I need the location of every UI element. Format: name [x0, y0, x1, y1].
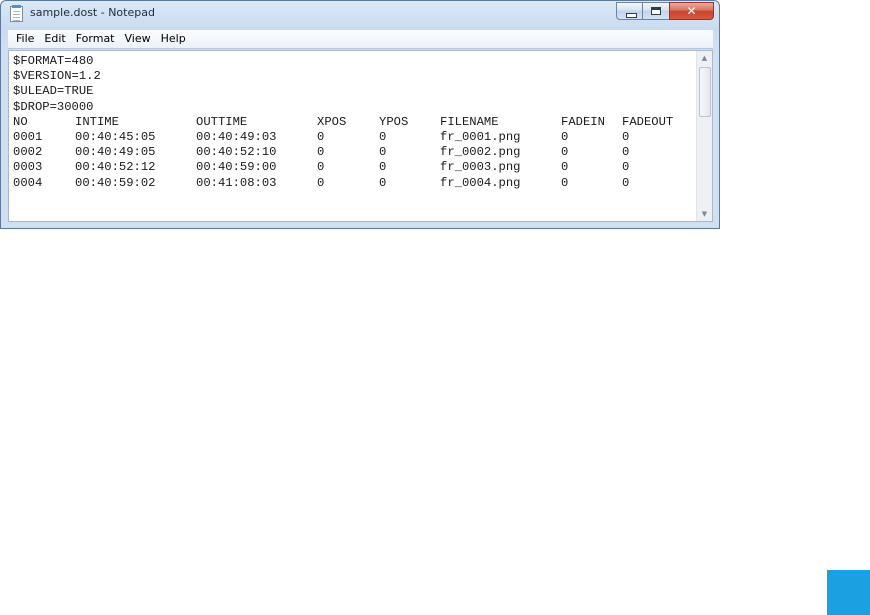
cell-fadeout: 0 — [622, 175, 630, 190]
column-header: INTIME — [75, 114, 119, 129]
cell-xpos: 0 — [317, 160, 325, 175]
column-header: OUTTIME — [196, 114, 248, 129]
cell-xpos: 0 — [317, 175, 325, 190]
text-editor[interactable]: $FORMAT=480 $VERSION=1.2 $ULEAD=TRUE $DR… — [8, 50, 713, 222]
menu-format[interactable]: Format — [71, 30, 120, 48]
cell-ypos: 0 — [379, 160, 387, 175]
cell-no: 0004 — [13, 175, 43, 190]
cell-intime: 00:40:45:05 — [75, 129, 156, 144]
menu-file[interactable]: File — [8, 30, 39, 48]
header-line-ulead: $ULEAD=TRUE — [13, 84, 94, 99]
menu-help[interactable]: Help — [156, 30, 191, 48]
document-text[interactable]: $FORMAT=480 $VERSION=1.2 $ULEAD=TRUE $DR… — [13, 54, 693, 220]
cell-intime: 00:40:59:02 — [75, 175, 156, 190]
title-bar[interactable]: sample.dost - Notepad ✕ — [1, 1, 719, 29]
data-row: 0001 00:40:45:05 00:40:49:03 0 0 fr_0001… — [13, 130, 693, 145]
menu-edit[interactable]: Edit — [39, 30, 70, 48]
cell-fadein: 0 — [561, 160, 569, 175]
menu-view[interactable]: View — [120, 30, 156, 48]
column-header: XPOS — [317, 114, 347, 129]
scroll-thumb[interactable] — [699, 67, 711, 117]
minimize-icon — [626, 13, 637, 18]
cell-fadeout: 0 — [622, 129, 630, 144]
cell-outtime: 00:40:59:00 — [196, 160, 277, 175]
close-icon: ✕ — [686, 4, 697, 18]
notepad-icon[interactable] — [10, 5, 23, 22]
header-line-format: $FORMAT=480 — [13, 54, 94, 68]
cell-fadeout: 0 — [622, 145, 630, 160]
minimize-button[interactable] — [616, 2, 643, 20]
column-header: FADEIN — [561, 114, 605, 129]
scroll-up-icon[interactable]: ▲ — [697, 51, 712, 65]
cell-filename: fr_0004.png — [440, 175, 521, 190]
cell-fadein: 0 — [561, 175, 569, 190]
menu-bar: File Edit Format View Help — [8, 30, 713, 49]
cell-fadein: 0 — [561, 145, 569, 160]
cell-no: 0001 — [13, 129, 43, 144]
window-title: sample.dost - Notepad — [30, 6, 155, 19]
data-row: 0003 00:40:52:12 00:40:59:00 0 0 fr_0003… — [13, 160, 693, 175]
data-row: 0002 00:40:49:05 00:40:52:10 0 0 fr_0002… — [13, 145, 693, 160]
header-line-version: $VERSION=1.2 — [13, 69, 101, 84]
cell-outtime: 00:40:49:03 — [196, 129, 277, 144]
cell-ypos: 0 — [379, 175, 387, 190]
maximize-button[interactable] — [642, 2, 670, 20]
cell-outtime: 00:41:08:03 — [196, 175, 277, 190]
cell-xpos: 0 — [317, 145, 325, 160]
cell-xpos: 0 — [317, 129, 325, 144]
header-line-drop: $DROP=30000 — [13, 99, 94, 114]
close-button[interactable]: ✕ — [669, 2, 714, 20]
cell-outtime: 00:40:52:10 — [196, 145, 277, 160]
column-header-row: NO INTIME OUTTIME XPOS YPOS FILENAME FAD… — [13, 115, 693, 130]
cell-intime: 00:40:49:05 — [75, 145, 156, 160]
cell-ypos: 0 — [379, 145, 387, 160]
column-header: FILENAME — [440, 114, 499, 129]
blue-accent-square — [827, 570, 870, 615]
cell-intime: 00:40:52:12 — [75, 160, 156, 175]
vertical-scrollbar[interactable]: ▲ ▼ — [696, 51, 712, 221]
cell-ypos: 0 — [379, 129, 387, 144]
maximize-icon — [651, 7, 661, 15]
cell-no: 0002 — [13, 145, 43, 160]
window-bottom-edge — [8, 222, 713, 228]
cell-fadeout: 0 — [622, 160, 630, 175]
cell-no: 0003 — [13, 160, 43, 175]
column-header: NO — [13, 114, 28, 129]
cell-filename: fr_0001.png — [440, 129, 521, 144]
column-header: YPOS — [379, 114, 409, 129]
scroll-down-icon[interactable]: ▼ — [697, 207, 712, 221]
column-header: FADEOUT — [622, 114, 674, 129]
data-row: 0004 00:40:59:02 00:41:08:03 0 0 fr_0004… — [13, 176, 693, 191]
notepad-window: sample.dost - Notepad ✕ File Edit Format… — [0, 0, 720, 229]
cell-fadein: 0 — [561, 129, 569, 144]
cell-filename: fr_0002.png — [440, 145, 521, 160]
cell-filename: fr_0003.png — [440, 160, 521, 175]
caption-buttons: ✕ — [616, 2, 714, 21]
